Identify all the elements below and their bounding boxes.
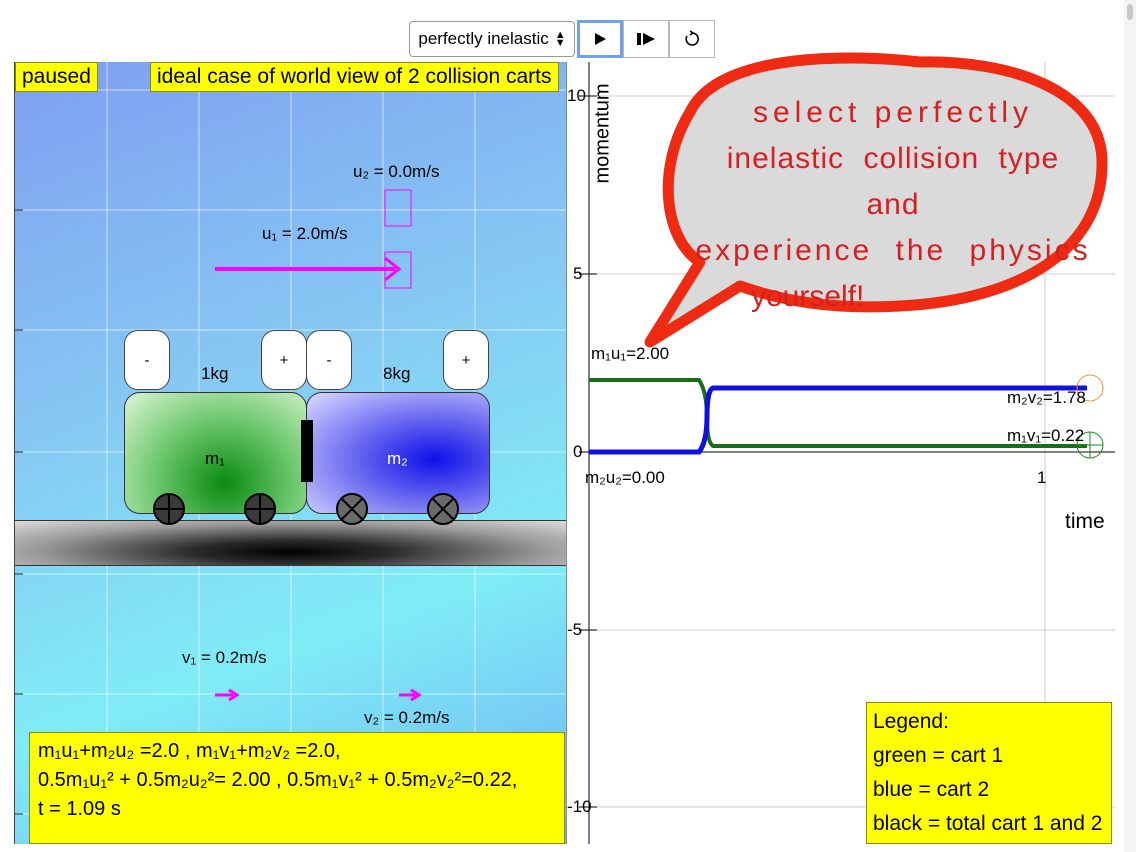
y-tick-label: 10 — [567, 86, 586, 105]
y-axis-label: momentum — [591, 83, 614, 184]
toolbar: perfectly inelastic ▲ ▼ — [409, 20, 715, 58]
v2-label: v₂ = 0.2m/s — [364, 708, 450, 727]
y-tick-label: 5 — [573, 264, 583, 283]
legend-title: Legend: — [873, 710, 949, 733]
m2v2-value-label: m₂v₂=1.78 — [1007, 388, 1086, 407]
momentum-sum-text: m₁u₁+m₂u₂ =2.0 , m₁v₁+m₂v₂ =2.0, — [38, 740, 341, 762]
cart-wheels — [153, 493, 459, 525]
callout-line: select perfectly — [752, 96, 1034, 129]
x-axis-label: time — [1065, 510, 1105, 533]
wheel-icon — [244, 493, 276, 525]
m2u2-value-label: m₂u₂=0.00 — [585, 468, 665, 487]
collision-type-value: perfectly inelastic — [418, 29, 549, 48]
step-forward-icon — [637, 33, 655, 45]
y-tick-label: -5 — [567, 620, 583, 639]
reset-button[interactable] — [669, 20, 715, 58]
legend: Legend: green = cart 1 blue = cart 2 bla… — [866, 702, 1112, 844]
callout-line: inelastic collision type and — [726, 142, 1060, 221]
page-scrollbar[interactable] — [1124, 0, 1136, 852]
kinetic-energy-text: 0.5m₁u₁² + 0.5m₂u₂²= 2.00 , 0.5m₁v₁² + 0… — [38, 769, 518, 791]
select-arrows-icon: ▲ ▼ — [554, 29, 566, 49]
legend-blue: blue = cart 2 — [873, 778, 990, 801]
time-text: t = 1.09 s — [38, 798, 121, 820]
callout-line: experience the physics — [695, 234, 1091, 267]
m1u1-value-label: m₁u₁=2.00 — [591, 344, 670, 363]
world-view-panel: paused ideal case of world view of 2 col… — [14, 62, 566, 844]
callout-line: yourself! — [751, 280, 865, 313]
wheel-icon — [427, 493, 459, 525]
scrollbar-thumb[interactable] — [1127, 4, 1133, 20]
play-icon — [595, 33, 606, 45]
step-button[interactable] — [623, 20, 669, 58]
legend-green: green = cart 1 — [873, 744, 1004, 767]
reset-icon — [685, 30, 699, 46]
wheel-icon — [336, 493, 368, 525]
wheel-icon — [153, 493, 185, 525]
y-tick-label: 0 — [573, 442, 583, 461]
x-tick-label: 1 — [1037, 468, 1047, 487]
callout-text: select perfectly inelastic collision typ… — [693, 90, 1093, 320]
play-button[interactable] — [577, 20, 623, 58]
legend-black: black = total cart 1 and 2 — [873, 812, 1103, 835]
energy-momentum-info: m₁u₁+m₂u₂ =2.0 , m₁v₁+m₂v₂ =2.0, 0.5m₁u₁… — [29, 732, 565, 844]
m1v1-value-label: m₁v₁=0.22 — [1007, 426, 1085, 445]
y-tick-label: -10 — [567, 797, 592, 816]
v1-label: v₁ = 0.2m/s — [182, 648, 267, 667]
collision-type-select[interactable]: perfectly inelastic ▲ ▼ — [409, 21, 575, 57]
